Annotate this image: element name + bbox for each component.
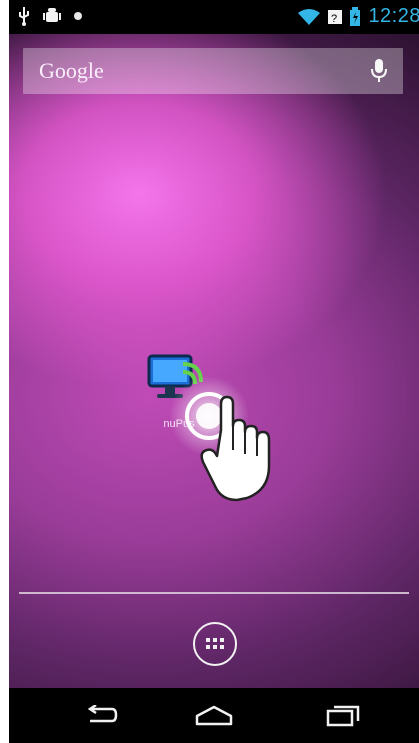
back-icon [87,705,118,723]
android-debug-icon [43,8,61,22]
notification-dot-icon [74,12,82,20]
signal-icon: ? [328,9,343,25]
status-left-icons [17,6,83,26]
recents-icon [326,705,360,727]
app-drawer-icon [206,638,224,649]
usb-icon [19,7,29,26]
home-wallpaper: Google nuPus [9,34,419,688]
all-apps-button[interactable] [193,622,237,666]
status-bar: ? 12:28 [9,0,419,34]
status-right-icons: ? 12:28 [297,5,419,28]
status-clock: 12:28 [368,5,419,27]
navigation-bar [9,688,419,743]
tap-hand-icon [169,376,271,502]
home-icon [195,705,233,726]
svg-text:?: ? [331,13,337,25]
wifi-icon [298,8,321,25]
phone-screen: ? 12:28 Google [9,0,419,743]
mic-icon[interactable] [369,59,389,83]
battery-icon [350,6,361,26]
google-search-bar[interactable]: Google [23,48,403,94]
recents-button[interactable] [319,700,365,730]
google-logo-text: Google [39,58,104,83]
home-button[interactable] [191,700,237,730]
dock-divider [19,592,409,594]
back-button[interactable] [77,700,123,730]
